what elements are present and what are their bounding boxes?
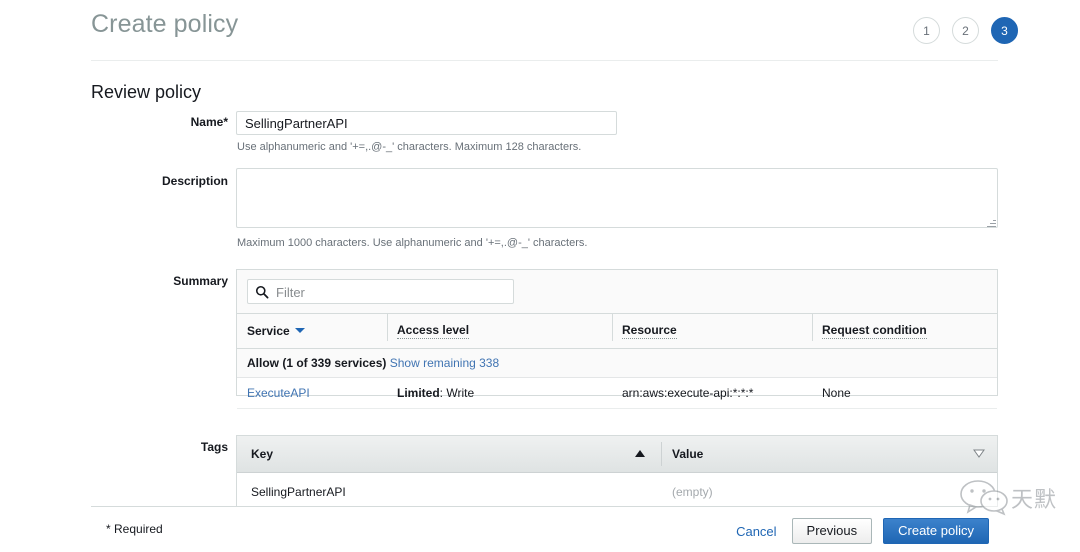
wizard-step-3[interactable]: 3 [991,17,1018,44]
wizard-step-2[interactable]: 2 [952,17,979,44]
tags-col-divider [661,442,662,466]
summary-col-resource-label: Resource [622,323,677,339]
policy-description-textarea[interactable] [236,168,998,228]
show-remaining-link[interactable]: Show remaining 338 [390,356,499,370]
tags-field-label: Tags [200,440,228,454]
summary-col-resource[interactable]: Resource [612,314,812,349]
summary-col-access-level[interactable]: Access level [387,314,612,349]
header-divider [91,60,998,61]
summary-table-header-row: Service Access level Resource Request co… [237,314,997,349]
summary-table: Service Access level Resource Request co… [237,314,997,409]
name-help-text: Use alphanumeric and '+=,.@-_' character… [237,141,582,153]
summary-filter-input[interactable] [274,280,510,305]
triangle-up-icon[interactable] [635,450,645,457]
page-header: Create policy 1 2 3 [0,0,1080,60]
wizard-step-indicator: 1 2 3 [913,17,1018,44]
required-note: * Required [106,522,163,536]
summary-cell-access-level: Limited: Write [387,377,612,409]
summary-col-service-label: Service [247,324,290,338]
search-icon [255,285,269,299]
description-help-text: Maximum 1000 characters. Use alphanumeri… [237,237,588,249]
summary-panel: Service Access level Resource Request co… [236,269,998,409]
wizard-footer: * Required Cancel Previous Create policy [91,506,998,552]
summary-group-cell: Allow (1 of 339 services) Show remaining… [237,348,997,378]
tags-table-header-row: Key Value [237,436,997,473]
section-title: Review policy [91,82,202,102]
summary-col-divider-3 [812,313,813,341]
name-label-text: Name [190,115,224,129]
summary-cell-request-condition: None [812,377,997,409]
service-link-executeapi[interactable]: ExecuteAPI [247,386,310,400]
footer-actions: Cancel Previous Create policy [732,518,989,544]
access-level-label: Limited [397,386,440,400]
summary-col-divider-1 [387,313,388,341]
summary-col-divider-2 [612,313,613,341]
summary-filter-box[interactable] [247,279,514,305]
policy-name-input[interactable] [236,111,617,135]
summary-cell-service: ExecuteAPI [237,377,387,409]
summary-col-service[interactable]: Service [237,314,387,349]
create-policy-button[interactable]: Create policy [883,518,989,544]
tags-col-value-label[interactable]: Value [672,447,703,461]
summary-group-row: Allow (1 of 339 services) Show remaining… [237,348,997,378]
tag-key-value: SellingPartnerAPI [251,485,346,499]
page-title: Create policy [91,10,239,38]
summary-group-effect: Allow (1 of 339 services) [247,356,387,370]
description-field-label: Description [161,174,228,188]
watermark-text: 天默 [1011,488,1058,513]
caret-down-icon [294,328,305,333]
summary-col-request-condition[interactable]: Request condition [812,314,997,349]
summary-col-request-condition-label: Request condition [822,323,927,339]
name-field-label: Name* [128,115,228,129]
wizard-step-1[interactable]: 1 [913,17,940,44]
tags-col-key-label[interactable]: Key [251,447,273,461]
cancel-button[interactable]: Cancel [732,524,780,539]
previous-button[interactable]: Previous [791,518,873,544]
summary-toolbar [237,270,997,314]
triangle-down-outline-icon[interactable] [973,449,985,458]
access-level-value: Write [446,386,475,400]
tag-value-value: (empty) [672,485,713,499]
summary-cell-resource: arn:aws:execute-api:*:*:* [612,377,812,409]
table-row: ExecuteAPI Limited: Write arn:aws:execut… [237,377,997,409]
summary-col-access-level-label: Access level [397,323,470,339]
required-asterisk: * [223,115,228,129]
summary-field-label: Summary [173,274,228,288]
